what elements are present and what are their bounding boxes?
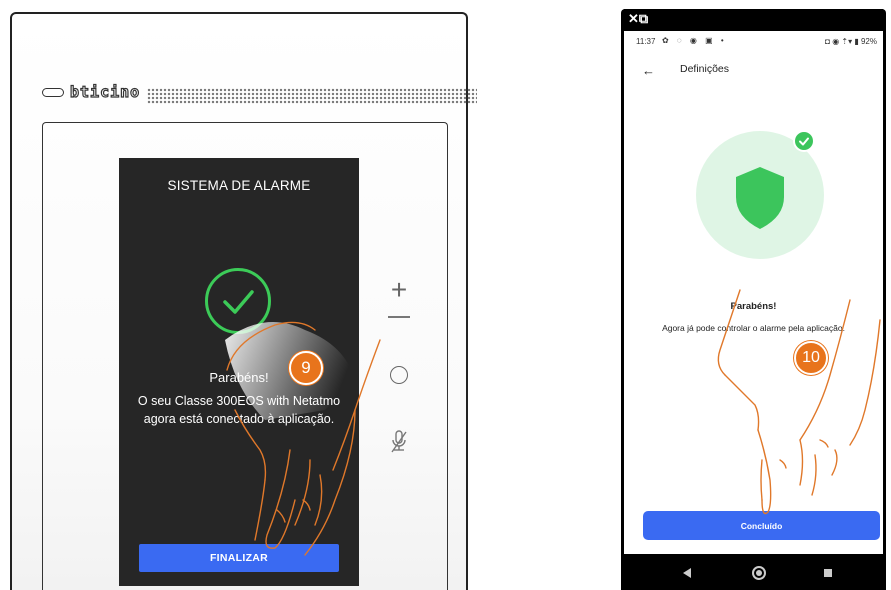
brand-logo: bticino [69, 82, 141, 101]
step-marker: 10 [794, 341, 828, 375]
success-title: Parabéns! [209, 370, 269, 385]
device-side-controls: + [387, 276, 411, 480]
wifi-signal-icon: ◘ ◉ ⇡▾ ▮ [825, 37, 859, 46]
arrow-left-icon[interactable]: ← [642, 63, 655, 78]
device-screen: SISTEMA DE ALARME Parabéns! O seu Classe… [119, 158, 359, 586]
notification-icons: ✿ ◌ ◉ ▣ • [662, 36, 727, 45]
system-overlay-bar: ✕⧉ [624, 9, 883, 31]
finalize-button[interactable]: FINALIZAR [139, 544, 339, 572]
congrats-message: Agora já pode controlar o alarme pela ap… [662, 323, 845, 333]
step-marker: 9 [289, 351, 323, 385]
status-time: 11:37 [636, 37, 656, 46]
close-external-icon[interactable]: ✕⧉ [628, 11, 648, 27]
nav-back-icon[interactable] [683, 568, 691, 578]
status-bar: 11:37 ✿ ◌ ◉ ▣ • ◘ ◉ ⇡▾ ▮ 92% [624, 31, 883, 53]
done-button[interactable]: Concluído [643, 511, 880, 540]
speaker-grille [147, 88, 477, 104]
volume-down-icon[interactable] [388, 316, 410, 318]
volume-up-icon[interactable]: + [387, 276, 411, 304]
device-header: bticino [42, 82, 477, 106]
mic-mute-icon[interactable] [387, 428, 411, 460]
page-title: Definições [680, 63, 730, 75]
nav-home-icon[interactable] [752, 566, 766, 580]
success-message: O seu Classe 300EOS with Netatmo agora e… [137, 394, 341, 426]
status-icons-right: ◘ ◉ ⇡▾ ▮ 92% [825, 37, 877, 46]
check-circle-icon [205, 268, 271, 334]
phone-screen: ✕⧉ 11:37 ✿ ◌ ◉ ▣ • ◘ ◉ ⇡▾ ▮ 92% ← Defini… [624, 9, 883, 590]
phone-device: ✕⧉ 11:37 ✿ ◌ ◉ ▣ • ◘ ◉ ⇡▾ ▮ 92% ← Defini… [621, 9, 886, 590]
screen-title: SISTEMA DE ALARME [167, 178, 311, 193]
app-header: ← Definições [624, 53, 883, 87]
indicator-led [42, 88, 64, 97]
nav-recent-icon[interactable] [824, 569, 832, 577]
check-badge-icon [793, 130, 815, 152]
congrats-title: Parabéns! [730, 301, 777, 312]
home-circle-icon[interactable] [390, 366, 408, 384]
battery-level: 92% [860, 37, 877, 46]
android-nav-bar [624, 554, 883, 590]
